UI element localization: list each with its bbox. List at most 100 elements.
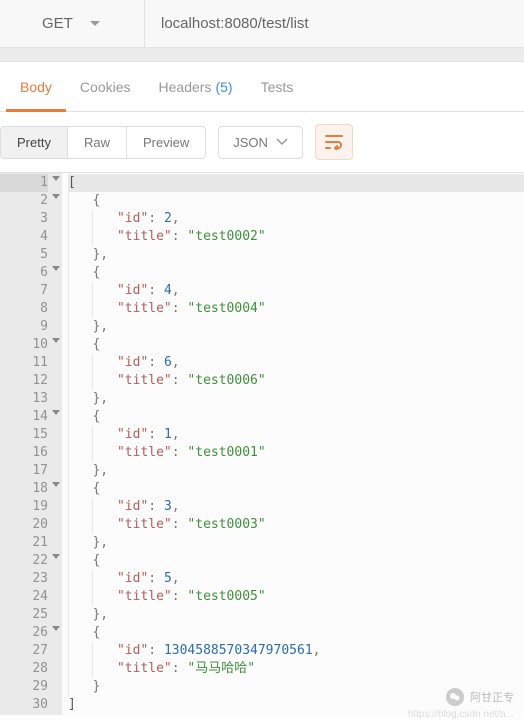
fold-icon[interactable] xyxy=(52,482,60,487)
tab-headers-label: Headers xyxy=(159,79,212,95)
line-number: 8 xyxy=(0,300,48,318)
line-number: 22 xyxy=(0,552,48,570)
line-number: 5 xyxy=(0,246,48,264)
response-tabs: Body Cookies Headers (5) Tests xyxy=(0,62,524,112)
format-label: JSON xyxy=(233,135,268,150)
fold-icon[interactable] xyxy=(52,410,60,415)
tab-body-label: Body xyxy=(20,79,52,95)
line-number: 10 xyxy=(0,336,48,354)
code-line: "title": "test0004" xyxy=(68,300,524,318)
tab-headers-count: (5) xyxy=(215,79,232,95)
code-line: }, xyxy=(68,246,524,264)
line-number: 26 xyxy=(0,624,48,642)
code-line: { xyxy=(68,192,524,210)
line-number: 29 xyxy=(0,678,48,696)
code-line: "title": "test0006" xyxy=(68,372,524,390)
line-number: 30 xyxy=(0,696,48,714)
line-number: 13 xyxy=(0,390,48,408)
tab-tests-label: Tests xyxy=(261,79,294,95)
line-number: 6 xyxy=(0,264,48,282)
view-mode-group: Pretty Raw Preview xyxy=(0,126,206,159)
tab-cookies-label: Cookies xyxy=(80,79,131,95)
line-number: 3 xyxy=(0,210,48,228)
line-number: 18 xyxy=(0,480,48,498)
code-line: { xyxy=(68,552,524,570)
watermark-name: 阿甘正专 xyxy=(470,689,514,705)
code-line: "id": 5, xyxy=(68,570,524,588)
code-line: "title": "马马哈哈" xyxy=(68,660,524,678)
code-line: "id": 4, xyxy=(68,282,524,300)
http-method-label: GET xyxy=(42,15,73,32)
chevron-down-icon xyxy=(276,138,288,146)
blog-url-watermark: https://blog.csdn.net/a... xyxy=(408,709,514,720)
wrap-icon xyxy=(324,134,344,150)
line-number: 11 xyxy=(0,354,48,372)
request-row: GET localhost:8080/test/list xyxy=(0,0,524,48)
line-number: 4 xyxy=(0,228,48,246)
view-options-row: Pretty Raw Preview JSON xyxy=(0,112,524,173)
line-number: 12 xyxy=(0,372,48,390)
line-number: 15 xyxy=(0,426,48,444)
raw-button[interactable]: Raw xyxy=(68,127,127,158)
http-method-select[interactable]: GET xyxy=(0,0,145,47)
request-url-input[interactable]: localhost:8080/test/list xyxy=(145,0,524,47)
code-line: }, xyxy=(68,390,524,408)
line-number: 14 xyxy=(0,408,48,426)
code-line: { xyxy=(68,624,524,642)
tab-cookies[interactable]: Cookies xyxy=(66,62,145,112)
line-number: 16 xyxy=(0,444,48,462)
line-number: 20 xyxy=(0,516,48,534)
raw-label: Raw xyxy=(84,135,110,150)
code-line: [ xyxy=(68,174,524,192)
line-number: 2 xyxy=(0,192,48,210)
code-line: "title": "test0002" xyxy=(68,228,524,246)
code-line: }, xyxy=(68,318,524,336)
separator-bar xyxy=(0,48,524,62)
format-select[interactable]: JSON xyxy=(218,126,303,159)
fold-icon[interactable] xyxy=(52,554,60,559)
fold-icon[interactable] xyxy=(52,338,60,343)
line-number: 7 xyxy=(0,282,48,300)
tab-body[interactable]: Body xyxy=(6,62,66,112)
line-number: 23 xyxy=(0,570,48,588)
code-line: { xyxy=(68,480,524,498)
code-line: "title": "test0001" xyxy=(68,444,524,462)
line-number: 19 xyxy=(0,498,48,516)
line-number: 27 xyxy=(0,642,48,660)
wechat-icon xyxy=(446,688,464,706)
line-number: 1 xyxy=(0,174,48,192)
line-number: 25 xyxy=(0,606,48,624)
watermark: 阿甘正专 xyxy=(446,688,514,706)
code-line: "id": 1304588570347970561, xyxy=(68,642,524,660)
tab-tests[interactable]: Tests xyxy=(247,62,308,112)
wrap-lines-button[interactable] xyxy=(315,124,353,160)
line-number: 24 xyxy=(0,588,48,606)
code-line: }, xyxy=(68,534,524,552)
code-line: { xyxy=(68,264,524,282)
code-content[interactable]: [ { "id": 2, "title": "test0002" }, { "i… xyxy=(62,173,524,715)
response-body: 1234567891011121314151617181920212223242… xyxy=(0,173,524,715)
code-line: "id": 6, xyxy=(68,354,524,372)
fold-icon[interactable] xyxy=(52,626,60,631)
code-line: "id": 3, xyxy=(68,498,524,516)
line-number: 17 xyxy=(0,462,48,480)
fold-icon[interactable] xyxy=(52,194,60,199)
line-gutter: 1234567891011121314151617181920212223242… xyxy=(0,173,62,715)
preview-button[interactable]: Preview xyxy=(127,127,205,158)
code-line: "title": "test0005" xyxy=(68,588,524,606)
request-url-text: localhost:8080/test/list xyxy=(161,15,309,32)
pretty-button[interactable]: Pretty xyxy=(1,127,68,158)
tab-headers[interactable]: Headers (5) xyxy=(145,62,247,112)
code-line: "title": "test0003" xyxy=(68,516,524,534)
code-line: }, xyxy=(68,606,524,624)
fold-icon[interactable] xyxy=(52,176,60,181)
line-number: 9 xyxy=(0,318,48,336)
code-line: { xyxy=(68,408,524,426)
code-line: }, xyxy=(68,462,524,480)
code-line: "id": 1, xyxy=(68,426,524,444)
chevron-down-icon xyxy=(89,20,101,28)
fold-icon[interactable] xyxy=(52,266,60,271)
line-number: 21 xyxy=(0,534,48,552)
code-line: "id": 2, xyxy=(68,210,524,228)
pretty-label: Pretty xyxy=(17,135,51,150)
